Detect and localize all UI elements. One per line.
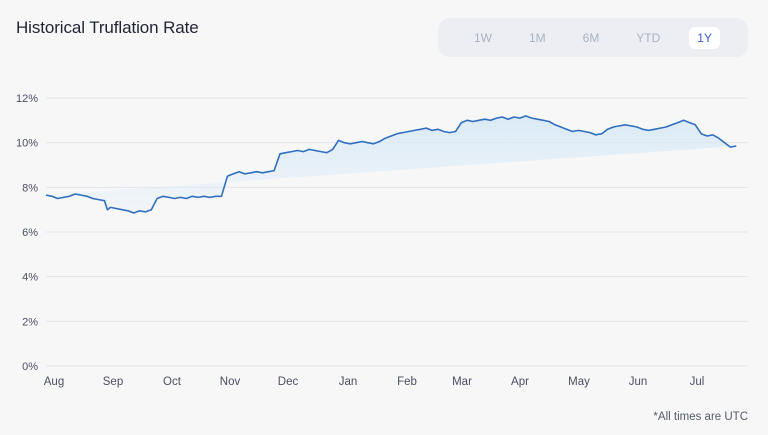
x-tick-label: Jun <box>629 376 648 388</box>
x-tick-label: Feb <box>397 376 417 388</box>
y-tick-label: 6% <box>22 227 38 239</box>
area-chart: 0% 2% 4% 6% 8% 10% 12% Aug Sep Oct Nov Dec Jan Feb Mar… <box>16 93 748 388</box>
y-tick-label: 4% <box>22 272 38 284</box>
y-tick-label: 2% <box>22 316 38 328</box>
x-tick-label: Sep <box>103 376 123 388</box>
y-tick-label: 8% <box>22 182 38 194</box>
y-tick-label: 12% <box>16 93 38 105</box>
x-tick-label: Jan <box>339 376 358 388</box>
x-tick-label: Nov <box>220 376 241 388</box>
x-tick-label: May <box>568 376 590 388</box>
x-tick-label: Dec <box>278 376 299 388</box>
y-tick-label: 10% <box>16 138 38 150</box>
y-tick-label: 0% <box>22 361 38 373</box>
timezone-footnote: *All times are UTC <box>653 411 748 423</box>
x-tick-label: Mar <box>452 376 472 388</box>
area-fill <box>46 115 737 213</box>
x-tick-label: Apr <box>511 376 529 388</box>
x-tick-label: Oct <box>163 376 182 388</box>
x-tick-label: Jul <box>690 376 705 388</box>
x-tick-label: Aug <box>44 376 64 388</box>
